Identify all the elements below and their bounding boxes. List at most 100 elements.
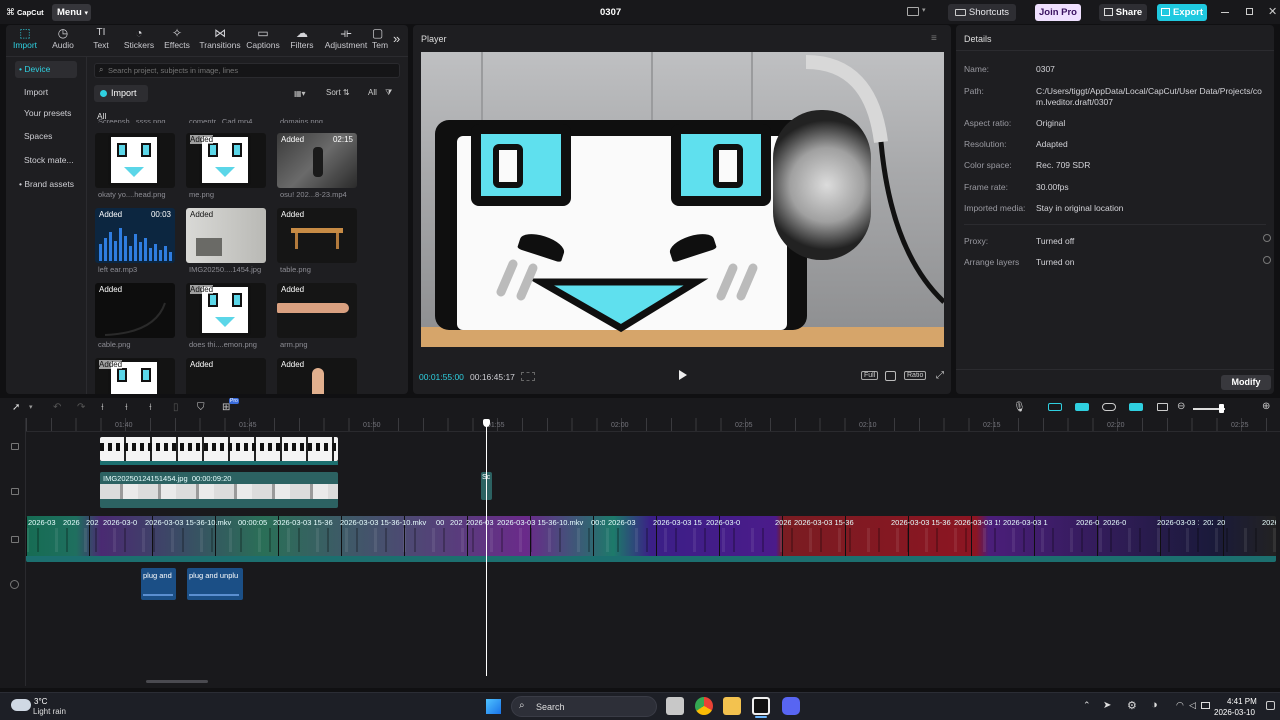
marker-icon[interactable]: ⛉ — [197, 402, 205, 413]
zoom-slider-handle[interactable] — [1219, 404, 1224, 413]
select-tool-icon[interactable]: ➚ — [12, 402, 20, 413]
share-button[interactable]: Share — [1099, 4, 1147, 21]
media-item[interactable]: Added — [186, 133, 266, 188]
media-item[interactable]: Added — [95, 283, 175, 338]
file-explorer-icon[interactable] — [723, 697, 741, 715]
timeline-scrollbar[interactable] — [146, 680, 208, 683]
link-icon[interactable] — [1102, 403, 1116, 411]
close-icon[interactable]: ✕ — [1268, 5, 1277, 18]
minimize-icon[interactable] — [1221, 12, 1229, 13]
volume-icon[interactable]: ◁ — [1189, 700, 1196, 711]
shortcuts-button[interactable]: Shortcuts — [948, 4, 1016, 21]
audio-clip[interactable]: plug and unplu — [187, 568, 243, 600]
player-menu-icon[interactable]: ≡ — [931, 33, 937, 44]
search-input[interactable]: ⌕ — [94, 63, 400, 78]
media-item[interactable]: Added — [186, 283, 266, 338]
nav-device[interactable]: • Device — [15, 61, 77, 78]
battery-icon[interactable] — [1201, 702, 1210, 709]
nav-import[interactable]: Import — [15, 84, 77, 101]
tab-transitions[interactable]: ⋈ Transitions — [199, 26, 241, 50]
chevron-down-icon[interactable]: ▾ — [29, 403, 33, 411]
join-pro-button[interactable]: Join Pro — [1035, 4, 1081, 21]
modify-button[interactable]: Modify — [1221, 375, 1271, 390]
tab-effects[interactable]: ✧ Effects — [157, 26, 197, 50]
chevron-up-icon[interactable]: ⌃ — [1083, 700, 1091, 711]
location-icon[interactable]: ➤ — [1103, 700, 1111, 711]
audio-track-icon[interactable] — [10, 580, 19, 589]
settings-icon[interactable]: ⚙ — [1127, 699, 1137, 712]
wifi-icon[interactable]: ◠ — [1176, 700, 1184, 711]
media-item[interactable]: Added — [277, 208, 357, 263]
track-lock-icon[interactable] — [11, 488, 19, 495]
media-item[interactable]: Added — [277, 358, 357, 394]
play-icon[interactable] — [679, 370, 687, 380]
help-icon[interactable]: ◑ — [1151, 699, 1158, 711]
fullscreen-icon[interactable]: ⤢ — [936, 370, 944, 381]
capcut-app-icon[interactable] — [752, 697, 770, 715]
undo-icon[interactable]: ↶ — [53, 402, 61, 413]
windows-start-icon[interactable] — [486, 699, 501, 714]
task-view-icon[interactable] — [666, 697, 684, 715]
magnet-icon[interactable] — [1075, 403, 1089, 411]
clock-date[interactable]: 2026-03-10 — [1214, 708, 1255, 717]
clock-time[interactable]: 4:41 PM — [1227, 697, 1257, 706]
nav-presets[interactable]: Your presets — [15, 105, 77, 122]
media-item[interactable]: Added 00:03 — [95, 208, 175, 263]
nav-brand[interactable]: • Brand assets — [15, 176, 77, 193]
sort-button[interactable]: Sort ⇅ — [326, 88, 350, 97]
restore-icon[interactable] — [1246, 8, 1253, 15]
nav-spaces[interactable]: Spaces — [15, 128, 77, 145]
track-lock-icon[interactable] — [11, 443, 19, 450]
tab-templates[interactable]: ▢ Tem — [372, 26, 388, 50]
menu-button[interactable]: Menu ▾ — [52, 4, 91, 21]
media-item[interactable]: Added 02:15 — [277, 133, 357, 188]
image-clip[interactable]: IMG20250124151454.jpg 00:00:09:20 — [100, 472, 338, 508]
weather-icon[interactable] — [11, 699, 31, 711]
media-item[interactable]: Added — [186, 208, 266, 263]
redo-icon[interactable]: ↷ — [77, 402, 85, 413]
import-button[interactable]: Import — [94, 85, 148, 102]
tab-audio[interactable]: ◷ Audio — [43, 26, 83, 50]
overlay-clip[interactable] — [100, 437, 338, 461]
tab-text[interactable]: TI Text — [81, 26, 121, 50]
preview-axis-icon[interactable] — [1129, 403, 1143, 411]
info-icon[interactable] — [1263, 256, 1271, 264]
tab-filters[interactable]: ☁ Filters — [282, 26, 322, 50]
playhead-line[interactable] — [486, 424, 487, 676]
track-lock-icon[interactable] — [11, 536, 19, 543]
layout-icon[interactable] — [907, 7, 919, 16]
view-toggle-icon[interactable]: ▦▾ — [294, 89, 312, 98]
split-right-icon[interactable]: ⟊ — [149, 402, 152, 413]
notifications-icon[interactable] — [1266, 701, 1275, 710]
info-icon[interactable] — [1263, 234, 1271, 242]
split-left-icon[interactable]: ⟊ — [125, 402, 128, 413]
playhead-handle[interactable] — [483, 419, 490, 427]
filter-all-button[interactable]: All ⧩ — [368, 88, 392, 98]
timecode-grid-icon[interactable] — [521, 372, 535, 381]
media-item[interactable]: Added — [277, 283, 357, 338]
tab-captions[interactable]: ▭ Captions — [243, 26, 283, 50]
media-item[interactable]: Added — [95, 358, 175, 394]
tab-stickers[interactable]: ◔ Stickers — [119, 26, 159, 50]
zoom-in-icon[interactable]: ⊕ — [1262, 401, 1270, 412]
export-button[interactable]: Export — [1157, 4, 1207, 21]
delete-icon[interactable]: ▯ — [173, 402, 179, 413]
microphone-icon[interactable]: 🎙 — [1013, 402, 1026, 413]
discord-icon[interactable] — [782, 697, 800, 715]
search-field[interactable] — [108, 65, 388, 76]
tab-import[interactable]: ⬚ Import — [5, 26, 45, 50]
media-item[interactable] — [95, 133, 175, 188]
chrome-icon[interactable] — [695, 697, 713, 715]
screenshot-icon[interactable] — [885, 371, 896, 381]
link-main-track-icon[interactable] — [1048, 403, 1062, 411]
tab-adjustment[interactable]: ⟛ Adjustment — [322, 26, 370, 50]
taskbar-search[interactable]: ⌕ Search — [511, 696, 657, 717]
audio-clip[interactable]: plug and — [141, 568, 176, 600]
full-button[interactable]: Full — [861, 371, 879, 380]
nav-stock[interactable]: Stock mate... — [15, 152, 77, 169]
more-tabs-icon[interactable]: » — [393, 31, 400, 46]
ratio-button[interactable]: Ratio — [904, 371, 927, 380]
split-icon[interactable]: ⟊ — [101, 402, 104, 413]
media-item[interactable]: Added — [186, 358, 266, 394]
caption-toggle-icon[interactable] — [1157, 403, 1168, 411]
